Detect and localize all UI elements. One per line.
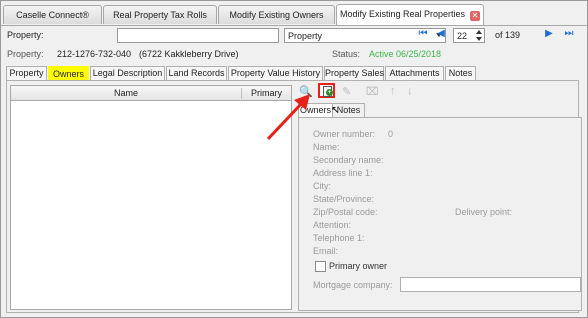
move-up-icon[interactable]: ↑ [390, 85, 396, 97]
owner-number-value: 0 [388, 129, 394, 139]
tab-property[interactable]: Property [6, 66, 47, 80]
property-search-label: Property: [7, 30, 44, 40]
status-label: Status: [332, 49, 361, 59]
property-address: (6722 Kakkleberry Drive) [139, 49, 239, 59]
first-record-icon[interactable]: ⏮ [417, 28, 429, 40]
attention-label: Attention: [313, 220, 352, 230]
close-icon[interactable]: ✕ [470, 11, 481, 21]
tab-label: Attachments [389, 68, 440, 78]
property-number: 212-1276-732-040 [57, 49, 132, 59]
status-value: Active 06/25/2018 [369, 49, 442, 59]
grid-header: Name Primary [11, 86, 291, 101]
doc-tab-tax-rolls[interactable]: Real Property Tax Rolls [103, 5, 217, 24]
property-search-input[interactable] [117, 28, 279, 43]
primary-owner-label: Primary owner [329, 261, 388, 271]
tab-label: Property Value History [230, 68, 321, 78]
spin-up-icon[interactable] [476, 30, 482, 34]
delete-icon[interactable]: ⌧ [366, 85, 379, 98]
tab-label: Property Sales [325, 68, 385, 78]
tab-label: Owners [52, 69, 84, 79]
tab-property-sales[interactable]: Property Sales [324, 66, 384, 80]
prev-record-icon[interactable]: ◀ [435, 28, 447, 40]
doc-tab-caselle-connect[interactable]: Caselle Connect® [3, 5, 102, 24]
state-label: State/Province: [313, 194, 375, 204]
tab-label: Land Records [168, 68, 225, 78]
record-total: of 139 [495, 30, 521, 40]
zip-label: Zip/Postal code: [313, 207, 378, 217]
tab-property-value-history[interactable]: Property Value History [228, 66, 323, 80]
owner-number-label: Owner number: [313, 129, 376, 139]
spin-down-icon[interactable] [476, 37, 482, 41]
email-label: Email: [313, 246, 339, 256]
owners-grid[interactable]: Name Primary [10, 85, 292, 310]
plus-icon: + [326, 89, 333, 96]
mouse-cursor-icon: ↖ [331, 105, 340, 116]
telephone-label: Telephone 1: [313, 233, 365, 243]
tab-notes[interactable]: Notes [445, 66, 476, 80]
mortgage-company-label: Mortgage company: [313, 280, 393, 290]
next-record-icon[interactable]: ▶ [543, 28, 555, 40]
edit-icon[interactable]: ✎ [342, 85, 351, 98]
callout-arrow-icon [266, 94, 310, 141]
tab-attachments[interactable]: Attachments [385, 66, 444, 80]
doc-tab-label: Modify Existing Real Properties [339, 9, 466, 19]
window-frame: Caselle Connect® Real Property Tax Rolls… [0, 0, 588, 318]
name-label: Name: [313, 142, 340, 152]
city-label: City: [313, 181, 331, 191]
primary-owner-checkbox[interactable] [315, 261, 326, 272]
tab-label: Notes [448, 68, 473, 78]
owner-form: Owner number: 0 Name: Secondary name: Ad… [298, 117, 582, 311]
column-header-name[interactable]: Name [11, 88, 242, 99]
search-toolbar: Property: Property ⏮ ◀ 22 of 139 ▶ ⏭ [1, 26, 587, 46]
mortgage-company-input[interactable] [400, 277, 581, 292]
record-number: 22 [457, 31, 468, 41]
move-down-icon[interactable]: ↓ [407, 85, 413, 97]
tab-land-records[interactable]: Land Records [166, 66, 227, 80]
doc-tab-label: Modify Existing Owners [229, 10, 324, 20]
doc-tab-label: Caselle Connect® [16, 10, 89, 20]
secondary-name-label: Secondary name: [313, 155, 384, 165]
tab-legal-description[interactable]: Legal Description [90, 66, 165, 80]
property-label: Property: [7, 49, 44, 59]
doc-tab-modify-real-properties[interactable]: Modify Existing Real Properties ✕ [336, 4, 484, 25]
address-line1-label: Address line 1: [313, 168, 373, 178]
record-number-stepper[interactable]: 22 [453, 28, 485, 43]
tab-owners[interactable]: Owners [48, 66, 89, 80]
tab-label: Property [9, 68, 44, 78]
doc-tab-label: Real Property Tax Rolls [113, 10, 207, 20]
select-value: Property [288, 31, 323, 41]
tab-label: Legal Description [92, 68, 163, 78]
delivery-point-label: Delivery point: [455, 207, 513, 217]
doc-tab-modify-owners[interactable]: Modify Existing Owners [218, 5, 335, 24]
tab-label: Notes [336, 105, 361, 115]
add-owner-button[interactable]: + [318, 83, 335, 98]
last-record-icon[interactable]: ⏭ [563, 28, 575, 40]
